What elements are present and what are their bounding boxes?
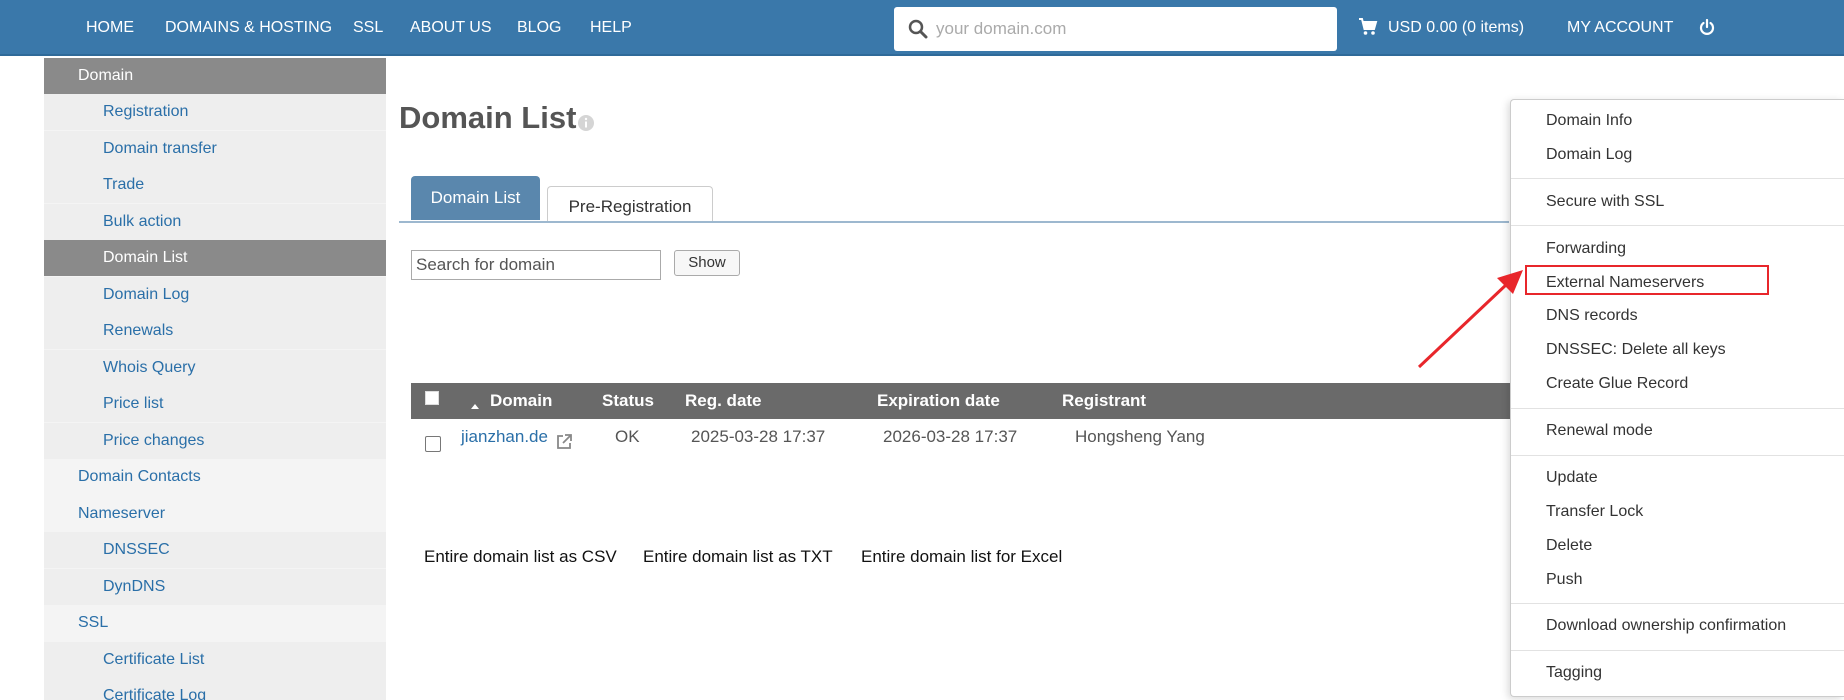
nav-ssl[interactable]: SSL <box>353 0 383 56</box>
menu-divider <box>1511 603 1844 604</box>
sidebar-item-domain-transfer[interactable]: Domain transfer <box>44 131 386 167</box>
menu-download-ownership-confirmation[interactable]: Download ownership confirmation <box>1546 617 1786 635</box>
cart-summary[interactable]: USD 0.00 (0 items) <box>1388 0 1524 56</box>
sidebar-item-price-list[interactable]: Price list <box>44 386 386 422</box>
export-txt-link[interactable]: Entire domain list as TXT <box>643 547 833 567</box>
domain-search-input[interactable] <box>936 7 1326 51</box>
export-csv-link[interactable]: Entire domain list as CSV <box>424 547 617 567</box>
menu-delete[interactable]: Delete <box>1546 537 1592 555</box>
menu-create-glue-record[interactable]: Create Glue Record <box>1546 375 1688 393</box>
sidebar-item-domain-log[interactable]: Domain Log <box>44 277 386 313</box>
menu-dns-records[interactable]: DNS records <box>1546 307 1638 325</box>
nav-help[interactable]: HELP <box>590 0 632 56</box>
sidebar-item-bulk-action[interactable]: Bulk action <box>44 204 386 240</box>
sidebar-item-dyndns[interactable]: DynDNS <box>44 569 386 605</box>
domain-exp-date: 2026-03-28 17:37 <box>883 427 1018 446</box>
tab-pre-registration[interactable]: Pre-Registration <box>547 186 713 222</box>
menu-update[interactable]: Update <box>1546 469 1598 487</box>
external-link-icon[interactable] <box>555 433 573 451</box>
sidebar-item-trade[interactable]: Trade <box>44 167 386 203</box>
nav-about-us[interactable]: ABOUT US <box>410 0 492 56</box>
top-nav: HOME DOMAINS & HOSTING SSL ABOUT US BLOG… <box>0 0 1844 56</box>
menu-divider <box>1511 225 1844 226</box>
sidebar-item-whois-query[interactable]: Whois Query <box>44 350 386 386</box>
sidebar: Domain Registration Domain transfer Trad… <box>44 58 386 700</box>
highlight-box <box>1525 265 1769 295</box>
menu-renewal-mode[interactable]: Renewal mode <box>1546 422 1653 440</box>
nav-domains-hosting[interactable]: DOMAINS & HOSTING <box>165 0 332 56</box>
export-excel-link[interactable]: Entire domain list for Excel <box>861 547 1062 567</box>
col-status[interactable]: Status <box>602 383 654 419</box>
red-arrow-icon <box>1417 270 1523 369</box>
sidebar-item-price-changes[interactable]: Price changes <box>44 423 386 459</box>
nav-my-account[interactable]: MY ACCOUNT <box>1567 0 1673 56</box>
col-expiration-date[interactable]: Expiration date <box>877 383 1000 419</box>
tab-divider <box>399 221 1509 223</box>
menu-divider <box>1511 178 1844 179</box>
power-icon[interactable] <box>1699 19 1715 35</box>
sidebar-item-ssl[interactable]: SSL <box>44 605 386 641</box>
menu-divider <box>1511 408 1844 409</box>
domain-actions-menu: Domain Info Domain Log Secure with SSL F… <box>1510 99 1844 697</box>
domain-status: OK <box>615 427 640 446</box>
menu-secure-with-ssl[interactable]: Secure with SSL <box>1546 193 1664 211</box>
domain-filter-input[interactable] <box>411 250 661 280</box>
col-domain[interactable]: Domain <box>490 383 552 419</box>
menu-tagging[interactable]: Tagging <box>1546 664 1602 682</box>
search-icon[interactable] <box>908 19 928 39</box>
menu-divider <box>1511 455 1844 456</box>
nav-blog[interactable]: BLOG <box>517 0 561 56</box>
sidebar-item-nameserver[interactable]: Nameserver <box>44 496 386 532</box>
sort-asc-icon[interactable] <box>471 403 479 411</box>
sidebar-item-domain-contacts[interactable]: Domain Contacts <box>44 459 386 495</box>
col-reg-date[interactable]: Reg. date <box>685 383 762 419</box>
menu-dnssec-delete-keys[interactable]: DNSSEC: Delete all keys <box>1546 341 1726 359</box>
sidebar-item-certificate-list[interactable]: Certificate List <box>44 642 386 678</box>
domain-reg-date: 2025-03-28 17:37 <box>691 427 826 446</box>
menu-transfer-lock[interactable]: Transfer Lock <box>1546 503 1643 521</box>
sidebar-item-registration[interactable]: Registration <box>44 94 386 130</box>
menu-domain-log[interactable]: Domain Log <box>1546 146 1632 164</box>
cart-icon[interactable] <box>1358 17 1378 37</box>
tab-domain-list[interactable]: Domain List <box>411 176 540 220</box>
sidebar-item-dnssec[interactable]: DNSSEC <box>44 532 386 568</box>
nav-home[interactable]: HOME <box>86 0 134 56</box>
domain-search <box>894 7 1337 51</box>
info-icon[interactable] <box>577 114 595 132</box>
menu-push[interactable]: Push <box>1546 571 1582 589</box>
col-registrant[interactable]: Registrant <box>1062 383 1146 419</box>
page-title: Domain List <box>399 100 577 135</box>
sidebar-item-renewals[interactable]: Renewals <box>44 313 386 349</box>
show-button[interactable]: Show <box>674 250 740 276</box>
domain-link[interactable]: jianzhan.de <box>461 427 548 447</box>
row-checkbox[interactable] <box>425 436 441 452</box>
menu-forwarding[interactable]: Forwarding <box>1546 240 1626 258</box>
table-header: Domain Status Reg. date Expiration date … <box>411 383 1511 419</box>
menu-divider <box>1511 650 1844 651</box>
sidebar-item-domain[interactable]: Domain <box>44 58 386 94</box>
sidebar-item-domain-list[interactable]: Domain List <box>44 240 386 276</box>
domain-registrant: Hongsheng Yang <box>1075 427 1205 446</box>
select-all-checkbox[interactable] <box>425 391 439 405</box>
sidebar-item-certificate-log[interactable]: Certificate Log <box>44 678 386 700</box>
menu-domain-info[interactable]: Domain Info <box>1546 112 1632 130</box>
